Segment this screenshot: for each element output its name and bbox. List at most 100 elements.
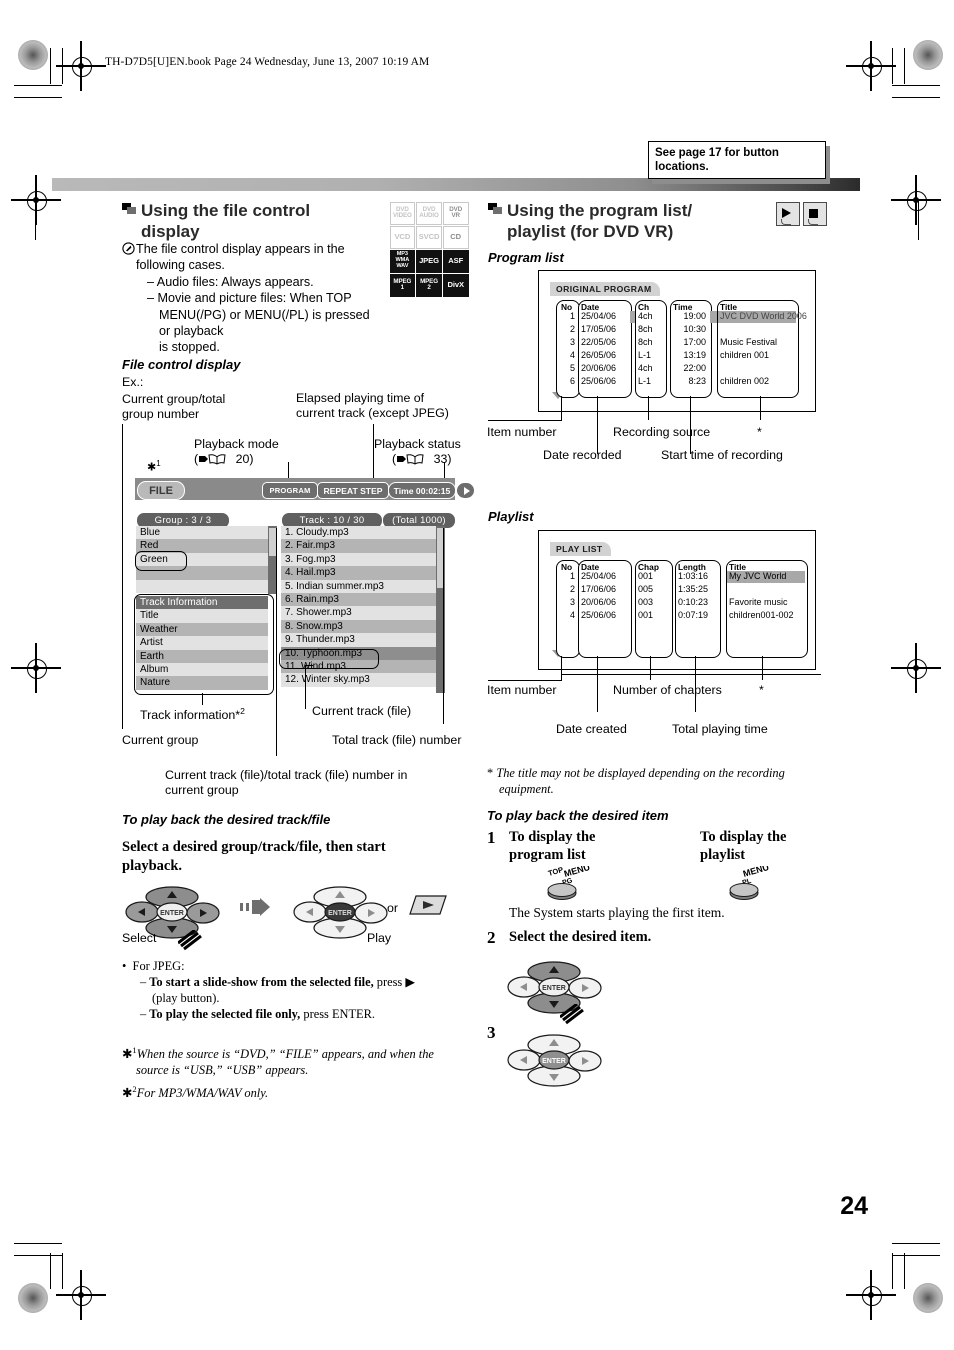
scrollbar-thumb[interactable]: [269, 528, 276, 556]
svg-text:TOP: TOP: [547, 866, 564, 878]
top-menu-pg-button-art[interactable]: TOP MENU PG: [535, 862, 607, 907]
track-row[interactable]: 3. Fog.mp3: [281, 552, 436, 567]
track-row[interactable]: 7. Shower.mp3: [281, 606, 436, 620]
program-cell-title: JVC DVD World 2006: [720, 311, 807, 321]
howto-line1: Select a desired group/track/file, then …: [122, 839, 386, 855]
format-l1: VCD: [394, 231, 411, 241]
group-row-selected[interactable]: Green: [136, 552, 268, 567]
track-info-header: Track Information: [136, 596, 268, 610]
playlist-cell-chap: 001: [638, 610, 654, 620]
menu-pl-button-art[interactable]: MENU PL: [722, 862, 794, 907]
group-row[interactable]: Red: [136, 539, 268, 553]
playlist-cell-title: My JVC World: [729, 571, 787, 581]
callout-ps-page: 33): [433, 452, 452, 467]
label-select: Select: [122, 931, 157, 945]
right-footnote-a: The title may not be displayed depending…: [496, 766, 785, 780]
program-cell-ch: 4ch: [638, 311, 653, 321]
program-cell-title: children 001: [720, 350, 770, 360]
label-play: Play: [367, 931, 392, 945]
callout-playback-mode: Playback mode ( 20): [194, 437, 279, 467]
track-row[interactable]: 6. Rain.mp3: [281, 593, 436, 607]
crop-target-top-right: [846, 41, 896, 91]
label-total-track-file-number: Total track (file) number: [332, 733, 462, 747]
group-row[interactable]: [136, 579, 268, 594]
label-start-time: Start time of recording: [661, 448, 783, 462]
svg-text:ENTER: ENTER: [542, 1058, 566, 1065]
playlist-cell-no: 1: [569, 571, 575, 581]
leader-line: [561, 674, 821, 675]
group-row[interactable]: [136, 566, 268, 580]
crop-mark: [62, 48, 63, 84]
program-cell-ch: L-1: [638, 350, 652, 360]
manual-page: TH-D7D5[U]EN.book Page 24 Wednesday, Jun…: [0, 0, 954, 1350]
label-current-group: Current group: [122, 733, 199, 747]
jpeg-d1-rest: press: [376, 975, 403, 989]
playlist-cell-title: Favorite music: [729, 597, 788, 607]
group-row[interactable]: Blue: [136, 526, 268, 540]
label-date-recorded: Date recorded: [543, 448, 622, 462]
track-row-selected[interactable]: 10. Typhoon.mp3: [281, 646, 436, 661]
callout-current-group-total: Current group/total group number: [122, 392, 272, 422]
program-cell-title: Music Festival: [720, 337, 778, 347]
example-label: Ex.:: [122, 375, 144, 389]
left-bullet-2b: MENU(/PG) or MENU(/PL) is pressed or pla…: [159, 307, 370, 339]
crop-mark: [35, 200, 36, 240]
step-2-number: 2: [487, 928, 496, 947]
track-row[interactable]: 5. Indian summer.mp3: [281, 579, 436, 594]
playlist-cell-length: 0:10:23: [678, 597, 709, 607]
program-cell-date: 25/04/06: [581, 311, 617, 321]
track-row[interactable]: 1. Cloudy.mp3: [281, 526, 436, 540]
svg-text:MENU: MENU: [563, 866, 591, 879]
track-info-row: Title: [136, 609, 268, 623]
playlist-cell-date: 25/04/06: [581, 571, 617, 581]
track-row[interactable]: 2. Fair.mp3: [281, 539, 436, 553]
note-pointer-icon: [122, 242, 135, 255]
callout-asterisk-1: ✱1: [147, 459, 161, 474]
label-item-number-playlist: Item number: [487, 683, 557, 697]
playlist-tab: PLAY LIST: [550, 542, 611, 556]
step-1-note: The System starts playing the first item…: [509, 905, 725, 920]
howto-track-instruction: Select a desired group/track/file, then …: [122, 838, 452, 876]
left-footnote-1a: When the source is “DVD,” “FILE” appears…: [136, 1047, 434, 1062]
label-track-information: Track information*2: [140, 704, 245, 723]
crop-mark: [892, 48, 893, 84]
leader-line: [561, 656, 562, 680]
playlist-cell-date: 20/06/06: [581, 597, 617, 607]
track-row[interactable]: 4. Hail.mp3: [281, 566, 436, 580]
playlist-cell-chap: 003: [638, 597, 654, 607]
format-badge-dvd-vr: DVD VR: [442, 201, 469, 225]
leader-line: [276, 528, 277, 756]
format-badge-vcd: VCD: [389, 225, 416, 249]
crop-mark: [62, 1253, 63, 1289]
leader-line: [373, 424, 374, 480]
step1-left-line1: To display the: [509, 829, 596, 845]
step-3-number: 3: [487, 1023, 496, 1042]
label-current-in-group: Current track (file)/total track (file) …: [165, 768, 465, 798]
callout-cgt-line2: group number: [122, 407, 200, 422]
leader-line: [488, 680, 562, 681]
leader-line: [122, 424, 123, 729]
step1-right-line1: To display the: [700, 829, 787, 845]
crop-mark: [892, 1243, 940, 1244]
playlist-cell-length: 1:35:25: [678, 584, 709, 594]
label-total-playing-time: Total playing time: [672, 722, 768, 736]
format-badge-mpeg1: MPEG 1: [389, 273, 416, 297]
leader-line: [762, 656, 763, 680]
callout-elapsed-line2: current track (except JPEG): [296, 406, 449, 421]
format-row: VCD SVCD CD: [389, 225, 469, 249]
format-l2: AUDIO: [419, 212, 439, 219]
left-footnote-2-text: For MP3/WMA/WAV only.: [136, 1086, 269, 1101]
program-cell-title: children 002: [720, 376, 770, 386]
format-row: DVD VIDEO DVD AUDIO DVD VR: [389, 201, 469, 225]
left-bullet-2c: is stopped.: [159, 340, 220, 355]
program-cell-no: 5: [569, 363, 575, 373]
fcd-group-list: Blue Red Green: [136, 526, 268, 594]
right-footnote: * The title may not be displayed dependi…: [487, 765, 837, 797]
playlist-cell-date: 25/06/06: [581, 610, 617, 620]
callout-playback-status: Playback status ( 33): [374, 437, 461, 467]
format-badge-dvd-audio: DVD AUDIO: [416, 201, 442, 225]
track-row[interactable]: 9. Thunder.mp3: [281, 633, 436, 647]
track-row[interactable]: 8. Snow.mp3: [281, 619, 436, 634]
playback-mode-badges: [776, 202, 827, 226]
label-playlist-asterisk: *: [759, 683, 764, 697]
